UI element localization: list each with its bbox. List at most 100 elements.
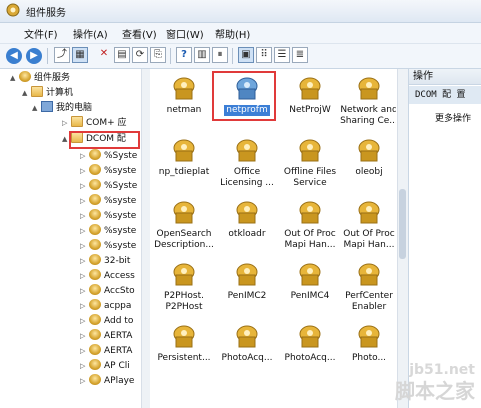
dcom-highlight-box [69, 131, 140, 149]
tree-node-app[interactable]: ▷ %Syste [80, 179, 137, 194]
gear-icon [89, 224, 101, 235]
tree-node-app[interactable]: ▷ AERTA [80, 344, 132, 359]
stop-icon[interactable]: ⏸ [212, 47, 228, 63]
tree-node-app[interactable]: ▷ %syste [80, 164, 136, 179]
forward-icon[interactable]: ▶ [26, 48, 42, 64]
dcom-app-item[interactable]: Photo... [338, 323, 396, 364]
dcom-app-item[interactable]: Network and Sharing Ce... [338, 75, 396, 127]
dcom-app-item[interactable]: PenIMC2 [216, 261, 278, 302]
dcom-app-item[interactable]: NetProjW [279, 75, 341, 116]
expand-icon[interactable]: ▷ [80, 164, 89, 179]
menu-file[interactable]: 文件(F) [24, 26, 58, 41]
gear-icon [89, 314, 101, 325]
expand-icon[interactable]: ▷ [80, 284, 89, 299]
action-pane-icon[interactable]: ▥ [194, 47, 210, 63]
dcom-app-item[interactable]: P2PHost. P2PHost [153, 261, 215, 313]
dcom-app-item[interactable]: Persistent... [153, 323, 215, 364]
dcom-app-item[interactable]: Offline Files Service [279, 137, 341, 189]
tree-node-app[interactable]: ▷ %syste [80, 239, 136, 254]
show-tree-icon[interactable]: ▦ [72, 47, 88, 63]
back-icon[interactable]: ◀ [6, 48, 22, 64]
menu-window[interactable]: 窗口(W) [166, 26, 204, 41]
gear-icon [89, 284, 101, 295]
dcom-app-item[interactable]: np_tdieplat [153, 137, 215, 178]
up-folder-icon[interactable]: ⤴ [54, 47, 70, 63]
large-icons-view-icon[interactable]: ▣ [238, 47, 254, 63]
folder-icon [31, 86, 43, 97]
tree-node-app[interactable]: ▷ AERTA [80, 329, 132, 344]
dcom-app-item[interactable]: OpenSearch Description... [153, 199, 215, 251]
dcom-app-item[interactable]: otkloadr [216, 199, 278, 240]
small-icons-view-icon[interactable]: ⠿ [256, 47, 272, 63]
expand-icon[interactable]: ▷ [80, 224, 89, 239]
refresh-icon[interactable]: ⟳ [132, 47, 148, 63]
expand-icon[interactable]: ▷ [62, 116, 71, 131]
more-actions-link[interactable]: 更多操作 [435, 111, 471, 124]
tree-node-app[interactable]: ▷ AP Cli [80, 359, 130, 374]
expand-icon[interactable]: ▷ [80, 209, 89, 224]
tree-node-app[interactable]: ▷ Add to [80, 314, 133, 329]
menu-action[interactable]: 操作(A) [73, 26, 108, 41]
item-label: oleobj [355, 167, 383, 177]
items-scrollbar[interactable] [397, 69, 408, 408]
tree-node-component-services[interactable]: ▲ 组件服务 [10, 71, 70, 86]
tree-node-app[interactable]: ▷ %Syste [80, 149, 137, 164]
tree-node-app[interactable]: ▷ Access [80, 269, 135, 284]
dcom-app-item[interactable]: Out Of Proc Mapi Han... [279, 199, 341, 251]
collapse-icon[interactable]: ▲ [10, 71, 19, 86]
expand-icon[interactable]: ▷ [80, 359, 89, 374]
help-icon[interactable]: ? [176, 47, 192, 63]
dcom-app-item[interactable]: netman [153, 75, 215, 116]
scrollbar-thumb[interactable] [399, 189, 406, 259]
expand-icon[interactable]: ▷ [80, 269, 89, 284]
delete-icon[interactable]: ✕ [96, 47, 112, 63]
actions-section-dcom[interactable]: DCOM 配 置 [409, 86, 481, 104]
gear-box-icon [233, 323, 261, 351]
folder-icon [71, 116, 83, 127]
tree-node-my-computer[interactable]: ▲ 我的电脑 [32, 101, 92, 116]
expand-icon[interactable]: ▷ [80, 344, 89, 359]
expand-icon[interactable]: ▷ [80, 179, 89, 194]
tree-node-computers[interactable]: ▲ 计算机 [22, 86, 73, 101]
menu-help[interactable]: 帮助(H) [215, 26, 250, 41]
details-view-icon[interactable]: ≣ [292, 47, 308, 63]
tree-node-app[interactable]: ▷ %syste [80, 209, 136, 224]
tree-node-label: AERTA [104, 331, 133, 341]
expand-icon[interactable]: ▷ [80, 299, 89, 314]
dcom-app-item[interactable]: oleobj [338, 137, 396, 178]
dcom-items-pane: netman netprofm NetProjW Network and Sharin… [150, 69, 396, 408]
list-view-icon[interactable]: ☰ [274, 47, 290, 63]
gear-icon [89, 374, 101, 385]
tree-node-label: 计算机 [46, 88, 74, 98]
tree-node-app[interactable]: ▷ %syste [80, 194, 136, 209]
tree-node-app[interactable]: ▷ %syste [80, 224, 136, 239]
gear-icon [89, 209, 101, 220]
expand-icon[interactable]: ▷ [80, 254, 89, 269]
expand-icon[interactable]: ▷ [80, 149, 89, 164]
tree-node-app[interactable]: ▷ APlaye [80, 374, 134, 389]
collapse-icon[interactable]: ▲ [22, 86, 31, 101]
dcom-app-item[interactable]: PerfCenter Enabler [338, 261, 396, 313]
menu-view[interactable]: 查看(V) [122, 26, 157, 41]
expand-icon[interactable]: ▷ [80, 314, 89, 329]
expand-icon[interactable]: ▷ [80, 239, 89, 254]
tree-node-app[interactable]: ▷ 32-bit [80, 254, 130, 269]
dcom-app-item[interactable]: Office Licensing ... [216, 137, 278, 189]
expand-icon[interactable]: ▷ [80, 374, 89, 389]
dcom-app-item[interactable]: PhotoAcq... [216, 323, 278, 364]
export-icon[interactable]: ⎘ [150, 47, 166, 63]
tree-node-com-plus[interactable]: ▷ COM+ 应 [62, 116, 127, 131]
dcom-app-item[interactable]: Out Of Proc Mapi Han... [338, 199, 396, 251]
properties-icon[interactable]: ▤ [114, 47, 130, 63]
toolbar-separator [170, 48, 171, 64]
toolbar-separator [47, 48, 48, 64]
expand-icon[interactable]: ▷ [80, 194, 89, 209]
tree-node-app[interactable]: ▷ AccSto [80, 284, 135, 299]
item-label: Out Of Proc Mapi Han... [284, 229, 336, 250]
dcom-app-item[interactable]: PhotoAcq... [279, 323, 341, 364]
tree-scrollbar[interactable] [141, 69, 150, 408]
expand-icon[interactable]: ▷ [80, 329, 89, 344]
collapse-icon[interactable]: ▲ [32, 101, 41, 116]
tree-node-app[interactable]: ▷ acppa [80, 299, 131, 314]
dcom-app-item[interactable]: PenIMC4 [279, 261, 341, 302]
